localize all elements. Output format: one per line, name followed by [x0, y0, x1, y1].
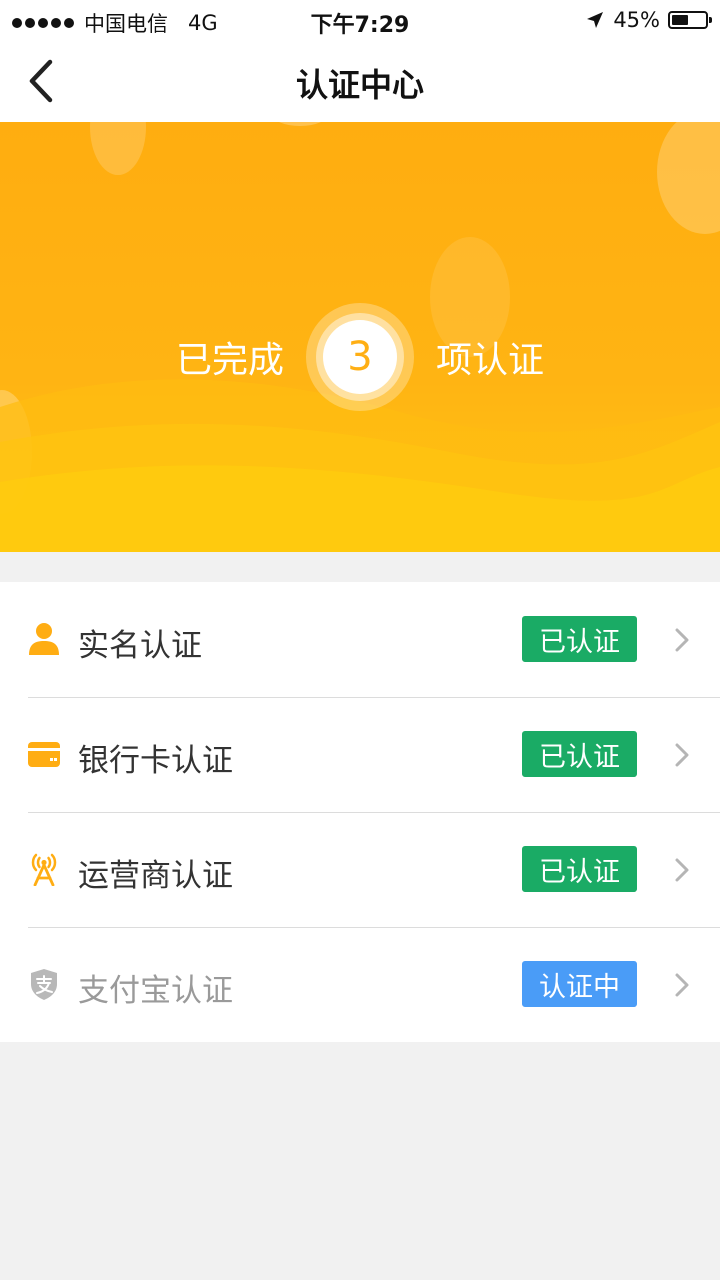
status-right: 45%: [585, 8, 712, 32]
chevron-right-icon: [675, 858, 689, 882]
list-item-carrier[interactable]: 运营商认证 已认证: [0, 812, 720, 927]
count-ring-inner: 3: [316, 313, 404, 401]
alipay-shield-icon: [31, 969, 57, 1000]
item-label: 运营商认证: [78, 858, 233, 894]
status-badge: 已认证: [522, 616, 637, 662]
summary-banner: 已完成 3 项认证: [0, 122, 720, 552]
list-item-alipay[interactable]: 支付宝认证 认证中: [0, 927, 720, 1042]
chevron-right-icon: [675, 628, 689, 652]
list-item-real-name[interactable]: 实名认证 已认证: [0, 582, 720, 697]
battery-icon: [668, 11, 712, 29]
completed-count: 3: [323, 320, 397, 394]
nav-bar: 认证中心: [0, 40, 720, 122]
summary-prefix: 已完成: [175, 340, 284, 381]
status-badge: 已认证: [522, 731, 637, 777]
status-bar: 中国电信 4G 下午7:29 45%: [0, 0, 720, 40]
chevron-right-icon: [675, 973, 689, 997]
item-label: 银行卡认证: [78, 743, 233, 779]
item-label: 支付宝认证: [78, 973, 233, 1009]
person-icon: [29, 623, 59, 655]
status-badge: 认证中: [522, 961, 637, 1007]
status-badge: 已认证: [522, 846, 637, 892]
signal-tower-icon: [31, 853, 57, 886]
location-arrow-icon: [587, 12, 604, 28]
item-label: 实名认证: [78, 628, 202, 664]
list-item-bank-card[interactable]: 银行卡认证 已认证: [0, 697, 720, 812]
verification-list: 实名认证 已认证 银行卡认证 已认证 运营商认证 已认证 支付宝认证 认证中: [0, 582, 720, 1042]
card-icon: [28, 742, 60, 767]
summary-suffix: 项认证: [436, 340, 545, 381]
count-ring: 3: [306, 303, 414, 411]
page-title: 认证中心: [295, 66, 424, 104]
chevron-right-icon: [675, 743, 689, 767]
battery-percent: 45%: [613, 8, 660, 32]
completed-summary: 已完成 3 项认证: [0, 303, 720, 411]
